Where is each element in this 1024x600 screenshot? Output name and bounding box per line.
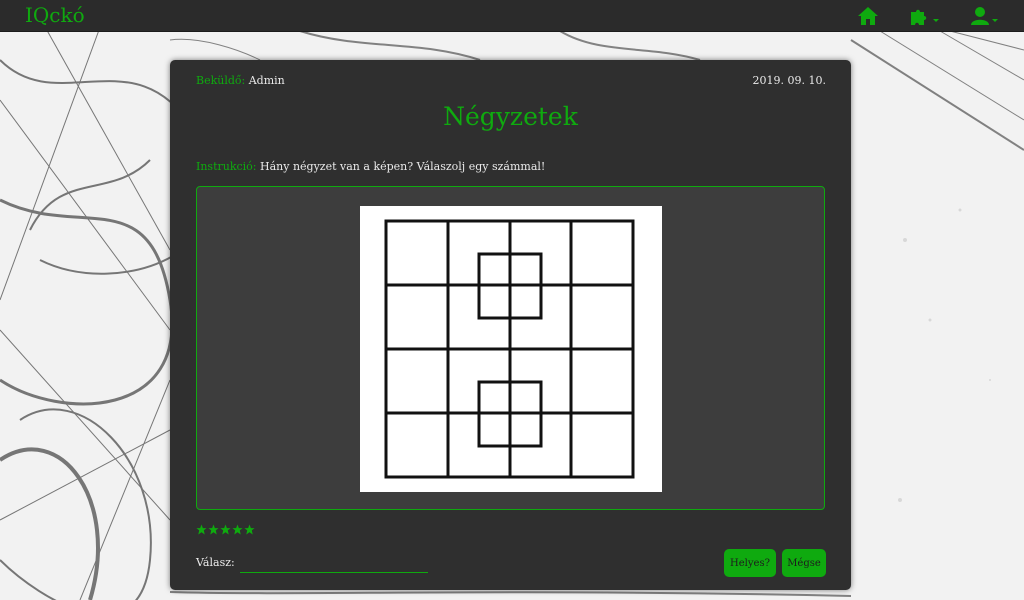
star-icon[interactable] [196,524,207,535]
chevron-down-icon [992,19,998,22]
puzzle-card: Beküldő: Admin 2019. 09. 10. Négyzetek I… [170,60,851,590]
puzzle-icon [911,9,927,25]
answer-label: Válasz: [196,556,235,569]
puzzle-title: Négyzetek [443,102,578,131]
home-icon [858,7,878,25]
cancel-button[interactable]: Mégse [782,549,826,577]
instruction-text: Hány négyzet van a képen? Válaszolj egy … [260,160,546,173]
puzzle-menu-button[interactable] [909,6,939,26]
check-answer-button[interactable]: Helyes? [724,549,776,577]
submission-date: 2019. 09. 10. [752,74,826,87]
brand-logo[interactable]: IQckó [25,3,85,27]
star-icon[interactable] [220,524,231,535]
user-menu-button[interactable] [970,6,998,26]
star-icon[interactable] [232,524,243,535]
answer-input[interactable] [240,552,428,573]
submitter-name: Admin [248,74,285,87]
puzzle-image-frame [196,186,825,510]
submitter-label: Beküldő: [196,74,246,87]
rating-stars[interactable] [196,524,255,535]
star-icon[interactable] [244,524,255,535]
submitter-info: Beküldő: Admin [196,74,285,87]
instruction-label: Instrukció: [196,160,257,173]
chevron-down-icon [933,19,939,22]
user-icon [971,7,989,25]
top-navbar: IQckó [0,0,1024,32]
puzzle-image [360,206,662,492]
instruction: Instrukció: Hány négyzet van a képen? Vá… [196,160,545,173]
home-button[interactable] [857,6,879,26]
star-icon[interactable] [208,524,219,535]
